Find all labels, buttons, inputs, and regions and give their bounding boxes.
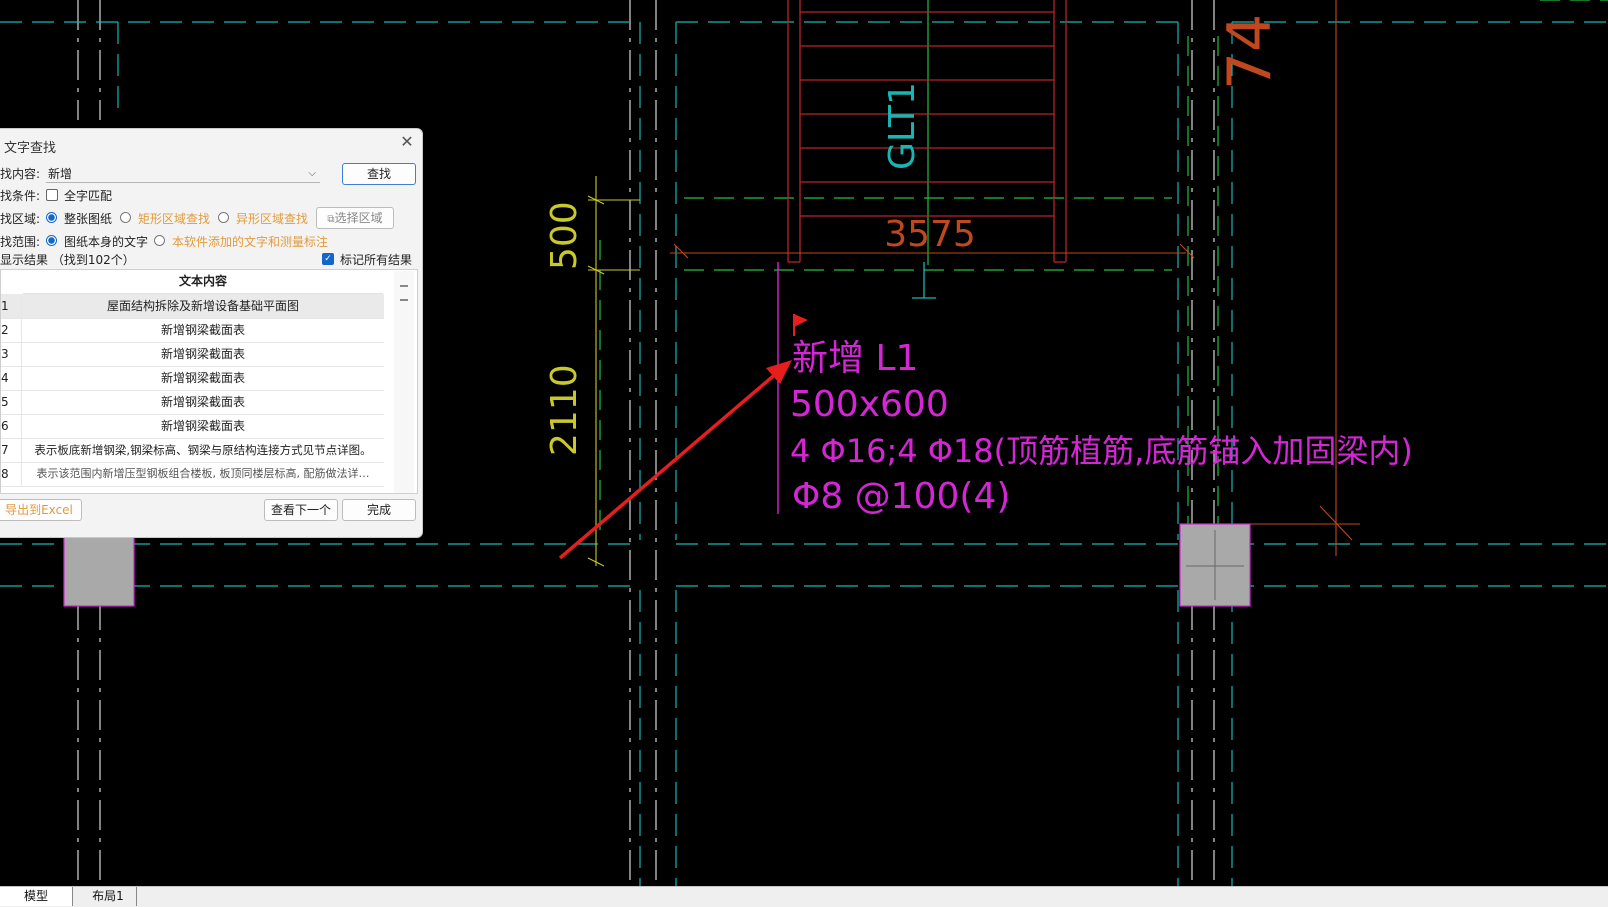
condition-label: 找条件: [0, 189, 41, 203]
table-header: 文本内容 [23, 270, 383, 294]
area-option-whole: 整张图纸 [64, 212, 113, 226]
table-row[interactable]: 1 屋面结构拆除及新增设备基础平面图 [1, 294, 384, 319]
whole-word-checkbox[interactable] [46, 189, 58, 201]
dim-3575-text: 3575 [884, 214, 976, 255]
find-content-label: 找内容: [0, 167, 41, 181]
mark-all-checkbox[interactable]: ✓ [322, 253, 334, 265]
scope-radio-drawing[interactable] [46, 235, 57, 246]
done-button[interactable]: 完成 [342, 499, 416, 521]
result-count-label: 显示结果 （找到102个） [0, 253, 135, 267]
scope-option-software: 本软件添加的文字和测量标注 [172, 235, 329, 249]
select-area-icon: ⧉ [327, 214, 335, 225]
table-row[interactable]: 2 新增钢梁截面表 [1, 318, 384, 343]
area-radio-whole[interactable] [46, 212, 57, 223]
scope-option-drawing: 图纸本身的文字 [64, 235, 149, 249]
stair-label: GLT1 [882, 82, 923, 170]
area-option-rect: 矩形区域查找 [138, 212, 211, 226]
select-area-label: 选择区域 [334, 211, 383, 225]
whole-word-label: 全字匹配 [64, 189, 113, 203]
area-radio-rect[interactable] [120, 212, 131, 223]
scope-radio-software[interactable] [154, 235, 165, 246]
find-content-value: 新增 [48, 167, 73, 181]
results-table[interactable]: 文本内容 1 屋面结构拆除及新增设备基础平面图 2 新增钢梁截面表 3 新增钢梁截面表… [0, 269, 418, 494]
export-excel-button[interactable]: 导出到Excel [0, 499, 82, 521]
dim-500-text: 500 [544, 201, 585, 270]
chevron-down-icon[interactable]: ⌵ [308, 166, 316, 182]
select-area-button[interactable]: ⧉选择区域 [316, 207, 394, 229]
area-radio-irregular[interactable] [218, 212, 229, 223]
table-row[interactable]: 7 表示板底新增钢梁,钢梁标高、钢梁与原结构连接方式见节点详图。 [1, 438, 384, 463]
view-next-button[interactable]: 查看下一个 [264, 499, 338, 521]
text-find-dialog[interactable]: 文字查找 ✕ 找内容: 新增 ⌵ 查找 找条件: 全字匹配 找区域: 整张图纸 … [0, 128, 423, 538]
column-left [63, 535, 135, 607]
area-option-irregular: 异形区域查找 [236, 212, 309, 226]
layout-tab-bar: 模型 布局1 [0, 886, 1608, 907]
beam-rebar: 4 Φ16;4 Φ18(顶筋植筋,底筋锚入加固梁内) [790, 432, 1413, 470]
table-row[interactable]: 6 新增钢梁截面表 [1, 414, 384, 439]
table-row[interactable]: 3 新增钢梁截面表 [1, 342, 384, 367]
dialog-title: 文字查找 [4, 141, 57, 156]
tab-model[interactable]: 模型 [0, 887, 73, 906]
beam-stirrup: Φ8 @100(4) [792, 476, 1010, 517]
find-content-combo[interactable]: 新增 ⌵ [46, 166, 320, 183]
beam-size: 500x600 [790, 384, 949, 425]
table-row[interactable]: 5 新增钢梁截面表 [1, 390, 384, 415]
scope-label: 找范围: [0, 235, 41, 249]
close-icon[interactable]: ✕ [398, 133, 416, 151]
beam-name: 新增 L1 [792, 338, 918, 379]
dim-2110-text: 2110 [544, 364, 585, 456]
mark-all-label: 标记所有结果 [340, 253, 413, 267]
find-button[interactable]: 查找 [342, 163, 416, 185]
table-scrollbar[interactable] [394, 271, 414, 493]
table-row[interactable]: 4 新增钢梁截面表 [1, 366, 384, 391]
tab-layout1[interactable]: 布局1 [80, 887, 137, 906]
table-row[interactable]: 8 表示该范围内新增压型钢板组合楼板, 板顶同楼层标高, 配筋做法详… [1, 462, 384, 487]
corner-text: 74 [1215, 14, 1285, 90]
area-label: 找区域: [0, 212, 41, 226]
